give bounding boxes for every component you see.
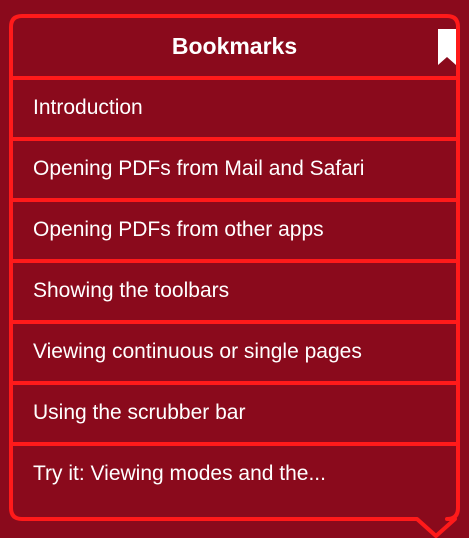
bookmark-icon[interactable]: [438, 29, 456, 65]
bookmark-item-opening-pdfs-mail-safari[interactable]: Opening PDFs from Mail and Safari: [11, 139, 458, 200]
panel-title: Bookmarks: [171, 33, 298, 59]
bookmark-item-opening-pdfs-other-apps[interactable]: Opening PDFs from other apps: [11, 200, 458, 261]
bookmark-label: Opening PDFs from other apps: [33, 218, 324, 241]
bookmark-label: Showing the toolbars: [33, 279, 230, 302]
bookmark-item-showing-toolbars[interactable]: Showing the toolbars: [11, 261, 458, 322]
bookmark-label: Opening PDFs from Mail and Safari: [33, 157, 365, 180]
bookmark-item-scrubber-bar[interactable]: Using the scrubber bar: [11, 383, 458, 444]
bookmark-label: Introduction: [33, 96, 143, 119]
bookmark-item-introduction[interactable]: Introduction: [11, 78, 458, 139]
bookmark-label: Try it: Viewing modes and the...: [33, 462, 326, 485]
bookmark-label: Using the scrubber bar: [33, 401, 246, 424]
bookmark-label: Viewing continuous or single pages: [33, 340, 362, 363]
bookmark-item-viewing-pages[interactable]: Viewing continuous or single pages: [11, 322, 458, 383]
panel-header: Bookmarks: [11, 16, 458, 78]
bookmark-item-try-it-viewing-modes[interactable]: Try it: Viewing modes and the...: [11, 444, 458, 505]
